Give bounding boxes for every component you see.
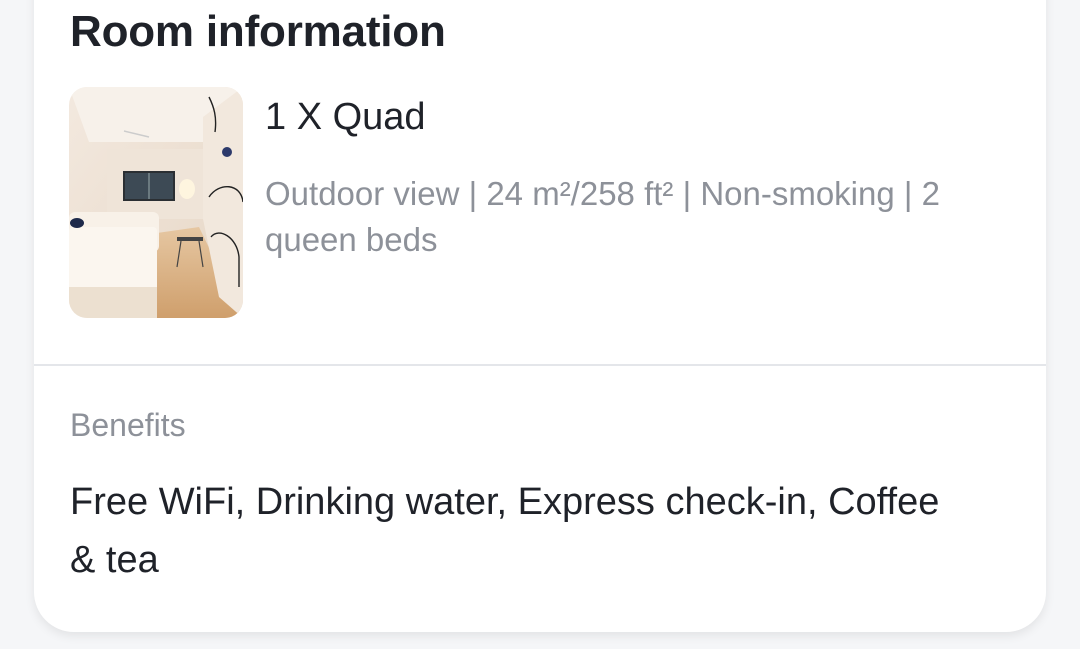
section-divider <box>34 364 1046 366</box>
room-name: 1 X Quad <box>265 96 426 138</box>
room-photo-image <box>69 87 243 318</box>
section-title: Room information <box>70 7 446 56</box>
room-details: Outdoor view | 24 m²/258 ft² | Non-smoki… <box>265 175 940 258</box>
room-information-card: Room information 1 X Quad Outdoor view |… <box>34 0 1046 632</box>
benefits-list: Free WiFi, Drinking water, Express check… <box>70 481 940 581</box>
room-photo[interactable] <box>69 87 243 318</box>
benefits-label: Benefits <box>70 407 186 443</box>
